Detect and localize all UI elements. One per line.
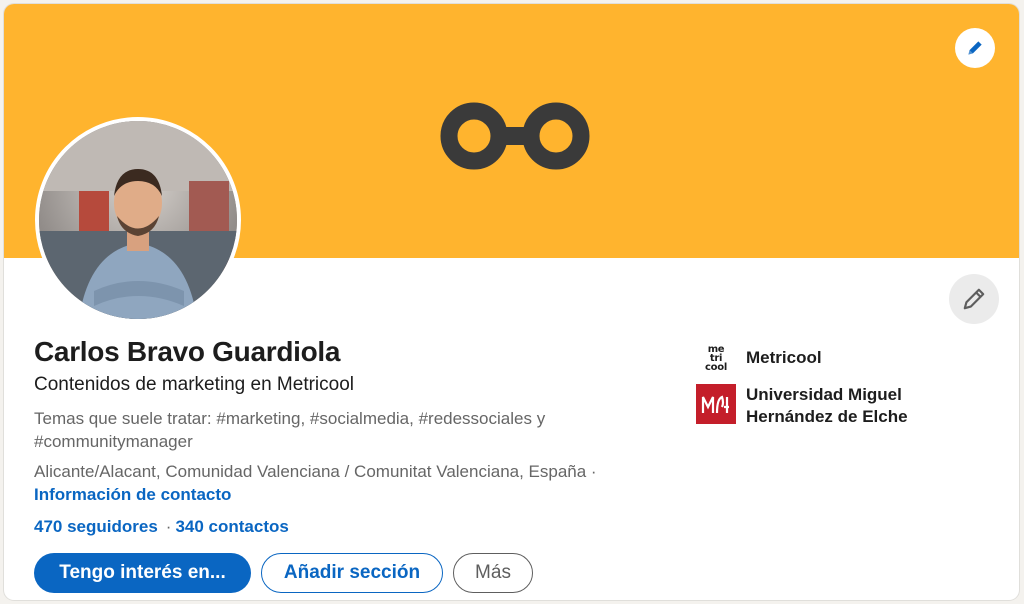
stats-separator: · [165,517,172,536]
contact-info-link[interactable]: Información de contacto [34,485,231,505]
company-name: Metricool [746,348,822,367]
pencil-icon [963,288,985,310]
metricool-logo-text-3: cool [705,361,727,373]
edit-banner-button[interactable] [955,28,995,68]
profile-avatar[interactable] [35,117,241,323]
profile-headline: Contenidos de marketing en Metricool [34,374,355,395]
edit-intro-button[interactable] [949,274,999,324]
metricool-company-logo: me tri cool [696,338,736,378]
connections-link[interactable]: 340 contactos [175,517,288,536]
followers-link[interactable]: 470 seguidores [34,517,158,536]
pencil-icon [968,41,982,55]
profile-card: Carlos Bravo Guardiola Contenidos de mar… [4,4,1019,600]
profile-photo [39,121,237,319]
profile-topics: Temas que suele tratar: #marketing, #soc… [34,409,546,451]
add-section-button[interactable]: Añadir sección [261,553,443,593]
metricool-logo-icon [440,102,590,170]
umh-logo-icon [696,384,736,424]
school-umh[interactable]: Universidad Miguel Hernández de Elche [696,384,936,428]
open-to-button[interactable]: Tengo interés en... [34,553,251,593]
profile-location: Alicante/Alacant, Comunidad Valenciana /… [34,462,597,481]
profile-name: Carlos Bravo Guardiola [34,336,341,367]
school-name: Universidad Miguel Hernández de Elche [746,385,908,426]
company-metricool[interactable]: me tri cool Metricool [696,338,936,378]
profile-actions: Tengo interés en... Añadir sección Más [34,553,533,593]
more-button[interactable]: Más [453,553,533,593]
profile-stats: 470 seguidores · 340 contactos [34,517,289,537]
